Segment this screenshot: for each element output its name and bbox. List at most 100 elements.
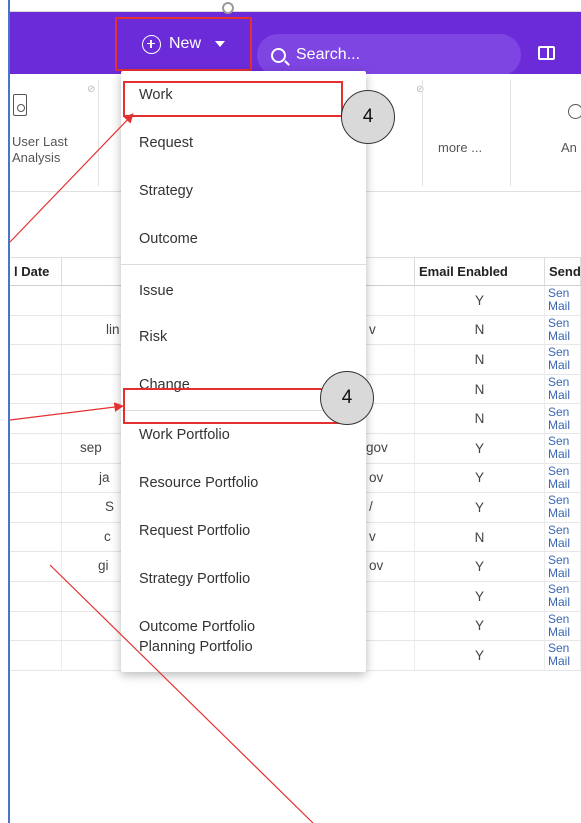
cell-email-fragment-right: v [369, 321, 376, 337]
cell-email-enabled: Y [415, 641, 545, 670]
cell-send-link[interactable]: Sen Mail [545, 611, 581, 641]
cell-send-link[interactable]: Sen Mail [545, 641, 581, 670]
send-link-line2: Mail [548, 536, 571, 551]
menu-item-risk[interactable]: Risk [121, 313, 366, 361]
cell-date [10, 552, 62, 581]
menu-separator [121, 264, 366, 265]
menu-item-request-portfolio[interactable]: Request Portfolio [121, 507, 366, 555]
send-link-line2: Mail [548, 417, 571, 432]
cell-send-link[interactable]: Sen Mail [545, 493, 581, 522]
cell-email-enabled: Y [415, 433, 545, 463]
cell-date [10, 522, 62, 552]
ribbon-divider [510, 80, 511, 186]
analysis-icon [568, 104, 581, 119]
menu-item-request[interactable]: Request [121, 119, 366, 167]
cell-email-fragment-left: S [105, 499, 115, 515]
cell-email-fragment-right: / [369, 499, 373, 515]
send-link-line1: Sen [548, 463, 570, 478]
menu-item-outcome[interactable]: Outcome [121, 215, 366, 263]
cell-send-link[interactable]: Sen Mail [545, 286, 581, 315]
cell-date [10, 374, 62, 404]
cell-send-link[interactable]: Sen Mail [545, 433, 581, 463]
top-navigation-bar: Search... [10, 12, 581, 76]
ribbon-divider [98, 80, 99, 186]
ribbon-label-line2: Analysis [12, 150, 61, 165]
cell-date [10, 581, 62, 611]
cell-date [10, 345, 62, 374]
cell-send-link[interactable]: Sen Mail [545, 552, 581, 581]
send-link-line2: Mail [548, 358, 571, 373]
send-link-line2: Mail [548, 595, 571, 610]
highlight-box-work [123, 81, 343, 117]
frame-border [8, 0, 10, 823]
caret-down-icon [215, 41, 225, 47]
analysis-doc-icon [13, 94, 27, 116]
cell-email-enabled: Y [415, 493, 545, 522]
cell-date [10, 493, 62, 522]
menu-item-planning-portfolio[interactable]: Planning Portfolio [121, 623, 366, 671]
cell-date [10, 611, 62, 641]
cell-email-fragment-left: gi [98, 558, 109, 574]
cell-send-link[interactable]: Sen Mail [545, 581, 581, 611]
plus-circle-icon [141, 34, 161, 54]
send-link-line2: Mail [548, 654, 571, 669]
cell-send-link[interactable]: Sen Mail [545, 463, 581, 493]
step-badge: 4 [320, 371, 374, 425]
pin-icon[interactable]: ⊘ [87, 84, 95, 95]
ribbon-item-user-last-analysis[interactable]: User Last Analysis [12, 134, 68, 166]
resize-handle[interactable] [222, 2, 234, 14]
cell-email-fragment-right: ov [369, 469, 384, 485]
ribbon-divider [422, 80, 423, 186]
cell-email-fragment-left: ja [99, 469, 110, 485]
cell-send-link[interactable]: Sen Mail [545, 315, 581, 345]
send-link-line2: Mail [548, 506, 571, 521]
cell-date [10, 315, 62, 345]
ribbon-label-line1: User Last [12, 134, 68, 149]
window-top-edge [10, 0, 581, 12]
ribbon-item-more[interactable]: more ... [438, 140, 482, 156]
cell-email-fragment-left: sep [80, 439, 102, 455]
cell-email-enabled: N [415, 374, 545, 404]
cell-email-enabled: N [415, 404, 545, 433]
search-placeholder: Search... [296, 46, 361, 63]
cell-email-enabled: Y [415, 463, 545, 493]
new-button[interactable]: New [115, 17, 252, 71]
cell-date [10, 463, 62, 493]
menu-item-resource-portfolio[interactable]: Resource Portfolio [121, 459, 366, 507]
send-link-line1: Sen [548, 315, 570, 330]
send-link-line2: Mail [548, 447, 571, 462]
cell-email-fragment-left: lin [106, 321, 120, 337]
pin-icon[interactable]: ⊘ [416, 84, 424, 95]
cell-date [10, 641, 62, 670]
cell-email-fragment-right: v [369, 528, 376, 544]
cell-email-enabled: N [415, 522, 545, 552]
cell-send-link[interactable]: Sen Mail [545, 522, 581, 552]
send-link-line2: Mail [548, 624, 571, 639]
cell-email-enabled: Y [415, 611, 545, 641]
menu-item-strategy[interactable]: Strategy [121, 167, 366, 215]
cell-send-link[interactable]: Sen Mail [545, 345, 581, 374]
cell-date [10, 404, 62, 433]
send-link-line1: Sen [548, 552, 570, 567]
cell-email-enabled: Y [415, 581, 545, 611]
search-input[interactable]: Search... [257, 34, 521, 76]
column-header-date[interactable]: l Date [10, 258, 62, 285]
cell-send-link[interactable]: Sen Mail [545, 404, 581, 433]
menu-item-strategy-portfolio[interactable]: Strategy Portfolio [121, 555, 366, 603]
cell-email-enabled: Y [415, 552, 545, 581]
cell-send-link[interactable]: Sen Mail [545, 374, 581, 404]
cell-email-enabled: Y [415, 286, 545, 315]
menu-item-issue[interactable]: Issue [121, 267, 366, 315]
search-icon [271, 47, 286, 63]
send-link-line2: Mail [548, 299, 571, 314]
send-link-line2: Mail [548, 476, 571, 491]
cell-email-fragment-right: ov [369, 558, 384, 574]
cell-email-enabled: N [415, 345, 545, 374]
send-link-line1: Sen [548, 404, 570, 419]
cell-email-enabled: N [415, 315, 545, 345]
column-header-email-enabled[interactable]: Email Enabled [415, 258, 545, 285]
column-header-send[interactable]: Send [545, 258, 581, 285]
cell-email-fragment-right: gov [366, 439, 388, 455]
book-icon[interactable] [538, 46, 555, 60]
ribbon-item-an[interactable]: An [561, 140, 577, 156]
